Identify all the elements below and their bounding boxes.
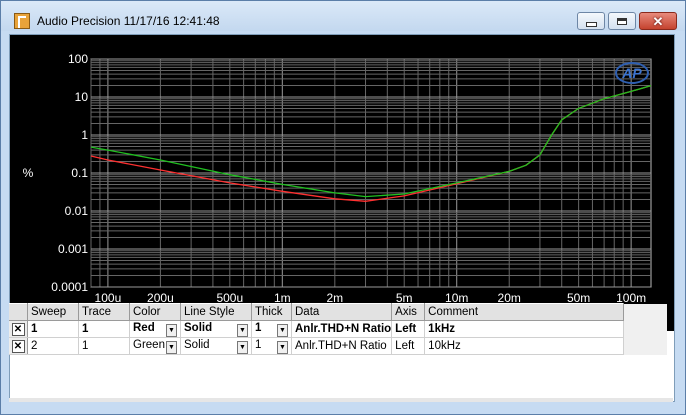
sweep-cell[interactable]: 2 [27,337,79,355]
close-button[interactable]: ✕ [639,12,677,30]
column-header-thick[interactable]: Thick [251,303,292,321]
y-tick-label: 100 [68,52,88,66]
row-select-cell[interactable]: ✕ [9,320,28,338]
title-bar[interactable]: Audio Precision 11/17/16 12:41:48 ✕ [1,1,685,31]
comment-cell[interactable]: 10kHz [424,337,625,355]
minimize-button[interactable] [577,12,605,30]
row-select-cell[interactable]: ✕ [9,337,28,355]
checkbox-checked-icon[interactable]: ✕ [11,322,25,336]
y-tick-label: 1 [81,128,88,142]
column-header-color[interactable]: Color [129,303,181,321]
line-style-cell[interactable]: Solid ▼ [180,337,252,355]
window-title: Audio Precision 11/17/16 12:41:48 [37,14,220,28]
dropdown-arrow-icon[interactable]: ▼ [277,323,288,337]
color-cell[interactable]: Red ▼ [129,320,181,338]
close-icon: ✕ [652,13,664,29]
sweep-cell[interactable]: 1 [27,320,79,338]
thick-cell[interactable]: 1 ▼ [251,320,292,338]
data-cell[interactable]: Anlr.THD+N Ratio [291,320,393,338]
line-style-value: Solid [184,338,210,351]
y-tick-label: 0.1 [71,166,88,180]
y-axis-label: % [23,166,34,180]
maximize-button[interactable] [608,12,636,30]
axis-cell[interactable]: Left [391,320,426,338]
y-tick-label: 0.0001 [51,280,88,294]
column-header-trace[interactable]: Trace [78,303,130,321]
thick-value: 1 [255,338,262,351]
color-cell[interactable]: Green ▼ [129,337,181,355]
line-style-cell[interactable]: Solid ▼ [180,320,252,338]
audio-precision-app-icon[interactable] [14,13,30,29]
app-window: Audio Precision 11/17/16 12:41:48 ✕ 100 1… [0,0,686,415]
column-header-comment[interactable]: Comment [424,303,625,321]
trace-table: Sweep Trace Color Line Style Thick Data … [9,303,673,355]
dropdown-arrow-icon[interactable]: ▼ [277,340,288,354]
data-cell[interactable]: Anlr.THD+N Ratio [291,337,393,355]
line-style-value: Solid [184,321,213,334]
thick-value: 1 [255,321,262,334]
y-tick-label: 0.001 [58,242,88,256]
color-value: Red [133,321,155,334]
maximize-icon [617,17,627,25]
ap-logo-text: AP [621,65,642,81]
table-row[interactable]: ✕ 1 1 Red ▼ Solid ▼ 1 ▼ Anlr.THD+N Ratio Le… [9,320,668,338]
table-row[interactable]: ✕ 2 1 Green ▼ Solid ▼ 1 ▼ Anlr.THD+N Ratio … [9,337,668,355]
horizontal-scrollbar[interactable] [9,398,673,402]
column-header-axis[interactable]: Axis [391,303,426,321]
column-header-data[interactable]: Data [291,303,393,321]
column-header-select [9,303,28,321]
table-header-row: Sweep Trace Color Line Style Thick Data … [9,303,668,321]
row-filler [623,337,668,355]
trace-cell[interactable]: 1 [78,320,130,338]
comment-cell[interactable]: 1kHz [424,320,625,338]
thick-cell[interactable]: 1 ▼ [251,337,292,355]
color-value: Green [133,338,165,351]
dropdown-arrow-icon[interactable]: ▼ [166,340,177,354]
column-header-line-style[interactable]: Line Style [180,303,252,321]
thd-n-graph[interactable]: 1001010.10.010.0010.0001100u 200u 500u 1m 2m… [10,35,674,331]
column-header-sweep[interactable]: Sweep [27,303,79,321]
minimize-icon [585,21,597,27]
axis-cell[interactable]: Left [391,337,426,355]
checkbox-checked-icon[interactable]: ✕ [11,339,25,353]
dropdown-arrow-icon[interactable]: ▼ [166,323,177,337]
header-filler [623,303,668,321]
dropdown-arrow-icon[interactable]: ▼ [237,323,248,337]
y-tick-label: 10 [75,90,89,104]
y-tick-label: 0.01 [65,204,89,218]
dropdown-arrow-icon[interactable]: ▼ [237,340,248,354]
trace-cell[interactable]: 1 [78,337,130,355]
row-filler [623,320,668,338]
